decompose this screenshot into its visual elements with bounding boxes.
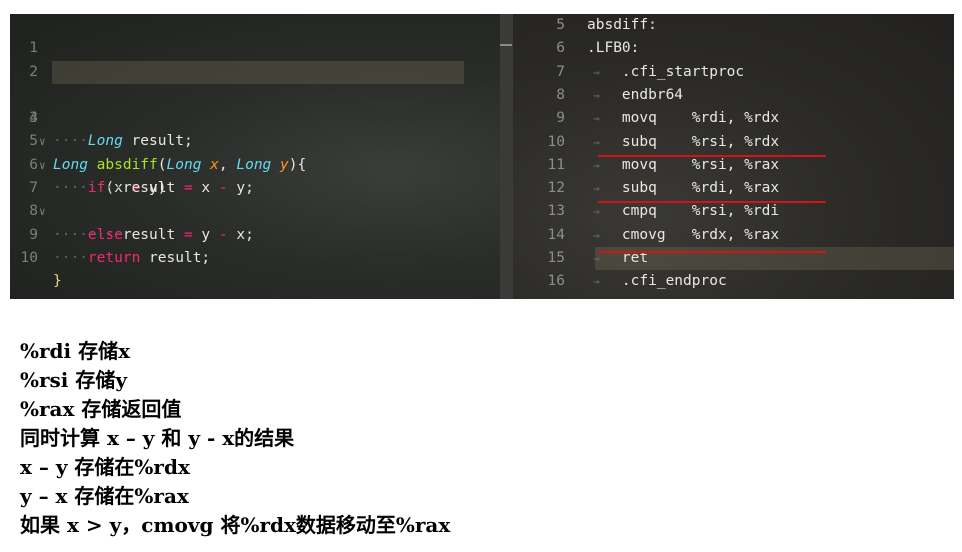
line-number: 7 <box>556 63 565 80</box>
c-source-editor[interactable]: 1 2 3 ∨ Long absdiff(Long x, Long y){ 4 … <box>10 14 500 299</box>
line-number: 14 <box>547 226 565 243</box>
asm-line[interactable]: 11 → movq %rsi, %rax <box>513 154 954 177</box>
asm-code-text: subq %rdi, %rax <box>587 180 780 197</box>
asm-line[interactable]: 13 → cmpq %rsi, %rdi <box>513 200 954 223</box>
asm-code-text: cmovg %rdx, %rax <box>587 226 780 243</box>
asm-code-text: .LFB0: <box>587 40 640 57</box>
indent-guide: ···· <box>53 249 88 266</box>
asm-line[interactable]: 9 → movq %rdi, %rdx <box>513 107 954 130</box>
asm-code-text: endbr64 <box>587 86 684 103</box>
scrollbar-thumb[interactable] <box>500 44 512 46</box>
asm-code-text: .cfi_endproc <box>587 273 727 290</box>
note-line: 如果 x > y，cmovg 将%rdx数据移动至%rax <box>20 513 451 537</box>
code-token: result; <box>140 249 211 266</box>
code-text: } <box>53 273 62 290</box>
code-line[interactable]: 9 ····return result; <box>10 200 500 266</box>
assembly-editor[interactable]: 5 absdiff: 6 .LFB0: 7 → .cfi_startproc 8 → endb… <box>513 14 954 299</box>
code-line[interactable]: 5 ∨ ····if(x > y) <box>10 107 500 196</box>
line-number: 13 <box>547 203 565 220</box>
note-line: x – y 存储在%rdx <box>20 455 190 479</box>
explanation-notes: %rdi 存储x %rsi 存储y %rax 存储返回值 同时计算 x – y … <box>20 337 450 540</box>
note-line: 同时计算 x – y 和 y - x的结果 <box>20 426 295 450</box>
control-keyword: return <box>87 249 141 266</box>
asm-line[interactable]: 14 → cmovg %rdx, %rax <box>513 224 954 247</box>
code-line[interactable]: 2 <box>10 37 500 80</box>
line-number: 16 <box>547 273 565 290</box>
note-line: %rax 存储返回值 <box>20 397 182 421</box>
line-number: 10 <box>20 249 38 266</box>
asm-code-text: movq %rsi, %rax <box>587 156 780 173</box>
annotation-underline <box>598 201 826 203</box>
code-line[interactable]: 8 ········result = y - x; <box>10 177 500 242</box>
code-line[interactable]: 10 } <box>10 224 500 289</box>
asm-code-text: cmpq %rsi, %rdi <box>587 203 780 220</box>
line-number: 6 <box>556 40 565 57</box>
code-line-current[interactable]: 3 ∨ Long absdiff(Long x, Long y){ <box>10 60 500 173</box>
line-number: 15 <box>547 250 565 266</box>
asm-line[interactable]: 8 → endbr64 <box>513 84 954 107</box>
asm-code-text: movq %rdi, %rdx <box>587 110 780 127</box>
code-line[interactable]: 4 ····Long result; <box>10 84 500 149</box>
line-number: 8 <box>556 86 565 103</box>
annotation-underline <box>598 155 826 157</box>
line-number: 9 <box>556 110 565 127</box>
asm-line[interactable]: 12 → subq %rdi, %rax <box>513 177 954 200</box>
asm-code-text: absdiff: <box>587 17 657 33</box>
line-number: 11 <box>547 156 565 173</box>
note-line: %rdi 存储x <box>20 339 131 363</box>
note-line: %rsi 存储y <box>20 368 127 392</box>
asm-line[interactable]: 7 → .cfi_startproc <box>513 61 954 84</box>
annotation-underline <box>598 251 826 253</box>
editor-split-divider[interactable] <box>500 14 513 299</box>
asm-line[interactable]: 5 absdiff: <box>513 14 954 37</box>
code-line[interactable]: 1 <box>10 14 500 56</box>
asm-code-text: .cfi_startproc <box>587 63 745 80</box>
asm-line[interactable]: 16 → .cfi_endproc <box>513 270 954 293</box>
asm-line[interactable]: 6 .LFB0: <box>513 37 954 60</box>
current-line-highlight <box>52 60 464 84</box>
asm-line[interactable]: 10 → subq %rsi, %rdx <box>513 131 954 154</box>
code-line[interactable]: 7 ∨ ····else <box>10 154 500 243</box>
line-number: 12 <box>547 180 565 197</box>
line-number: 5 <box>556 17 565 33</box>
line-number: 10 <box>547 133 565 150</box>
note-line: y – x 存储在%rax <box>20 484 189 508</box>
code-line[interactable]: 6 ········result = x - y; <box>10 131 500 196</box>
asm-code-text: subq %rsi, %rdx <box>587 133 780 150</box>
code-text: ····return result; <box>53 247 210 270</box>
